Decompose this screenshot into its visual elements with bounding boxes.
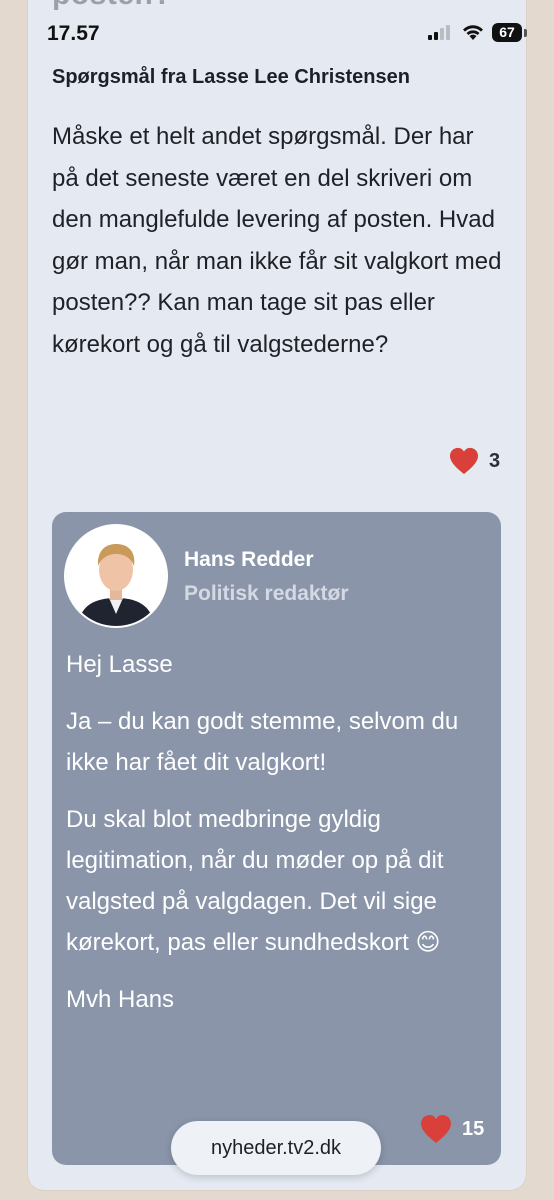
answer-box: Hans Redder Politisk redaktør Hej Lasse … (52, 512, 501, 1165)
answer-like-button[interactable]: 15 (420, 1114, 484, 1144)
signal-icon (428, 24, 454, 40)
answer-like-count: 15 (462, 1117, 485, 1140)
answer-text: Hej Lasse Ja – du kan godt stemme, selvo… (66, 644, 486, 1036)
heart-icon (421, 1115, 451, 1143)
question-heading: Spørgsmål fra Lasse Lee Christensen (52, 66, 410, 88)
answer-paragraph: Ja – du kan godt stemme, selvom du ikke … (66, 708, 459, 776)
status-time: 17.57 (47, 22, 100, 45)
wifi-icon (463, 25, 483, 40)
avatar-photo (66, 526, 166, 626)
author-role: Politisk redaktør (184, 582, 349, 605)
question-text: Måske et helt andet spørgsmål. Der har p… (52, 123, 502, 358)
status-bar: 17.57 67 (0, 0, 554, 48)
answer-paragraph: Mvh Hans (66, 986, 175, 1013)
heart-icon (450, 447, 478, 475)
browser-url-bar[interactable]: nyheder.tv2.dk (171, 1121, 381, 1175)
author-avatar (66, 526, 166, 626)
answer-paragraph: Hej Lasse (66, 651, 173, 678)
battery-icon: 67 (492, 23, 522, 42)
question-like-button[interactable]: 3 (449, 447, 500, 475)
author-name: Hans Redder (184, 548, 314, 571)
battery-cap (524, 29, 527, 37)
question-like-count: 3 (489, 449, 501, 472)
answer-paragraph: Du skal blot medbringe gyldig legitimati… (66, 806, 444, 956)
